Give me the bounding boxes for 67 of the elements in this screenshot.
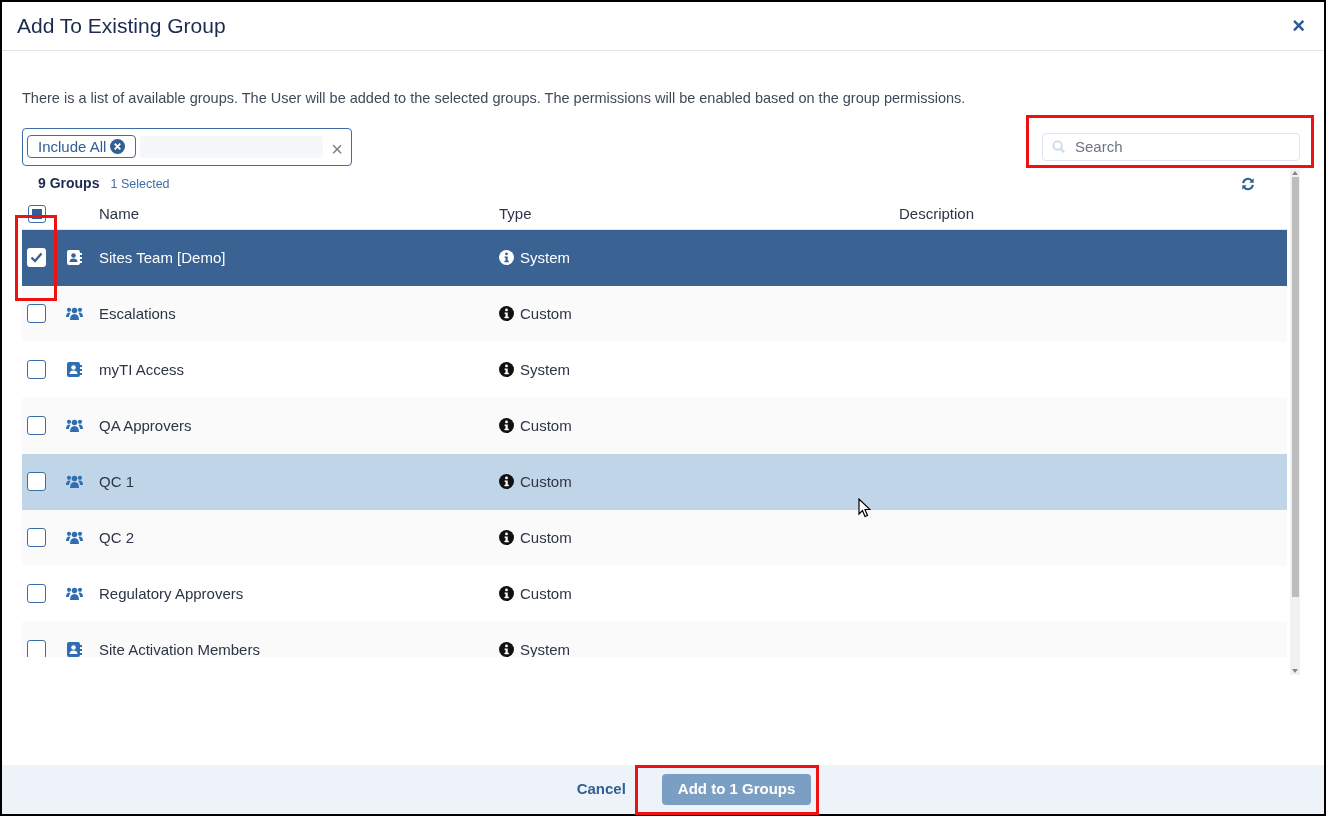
group-type: Custom bbox=[520, 583, 572, 604]
checkbox[interactable] bbox=[27, 248, 46, 268]
search-field[interactable]: Search bbox=[1042, 132, 1300, 161]
info-icon bbox=[499, 362, 514, 378]
select-all-checkbox[interactable] bbox=[27, 204, 46, 223]
people-icon bbox=[65, 418, 83, 433]
remove-icon[interactable] bbox=[110, 139, 126, 155]
dialog-title: Add To Existing Group bbox=[17, 13, 226, 40]
cancel-button[interactable]: Cancel bbox=[576, 778, 626, 801]
people-icon bbox=[65, 474, 83, 489]
info-icon bbox=[499, 306, 514, 322]
group-type: Custom bbox=[520, 303, 572, 324]
checkbox[interactable] bbox=[27, 304, 46, 324]
contact-card-icon bbox=[66, 642, 82, 657]
filter-field[interactable]: Include All × bbox=[22, 127, 352, 166]
group-type: System bbox=[520, 639, 570, 657]
group-count: 9 Groups bbox=[38, 174, 100, 194]
info-icon bbox=[499, 530, 514, 546]
info-icon bbox=[499, 250, 514, 266]
checkbox[interactable] bbox=[27, 472, 46, 492]
group-type: System bbox=[520, 247, 570, 268]
column-header[interactable]: Type bbox=[499, 202, 899, 225]
table-row[interactable]: Site Activation Members System bbox=[22, 621, 1287, 657]
table-row[interactable]: Sites Team [Demo] System bbox=[22, 229, 1287, 286]
group-name: Regulatory Approvers bbox=[99, 584, 244, 602]
table-row[interactable]: QA Approvers Custom bbox=[22, 397, 1287, 454]
info-icon bbox=[499, 418, 514, 434]
refresh-icon[interactable] bbox=[1241, 176, 1255, 191]
checkbox[interactable] bbox=[27, 528, 46, 548]
column-header[interactable]: Name bbox=[99, 202, 499, 225]
info-icon bbox=[499, 586, 514, 602]
people-icon bbox=[65, 306, 83, 321]
group-name: QC 2 bbox=[99, 528, 134, 546]
description-text: There is a list of available groups. The User will be added to the selected groups. The permissions will be enabled based on the group permissions. bbox=[22, 89, 967, 108]
info-icon bbox=[499, 642, 514, 657]
scroll-down-icon[interactable] bbox=[1292, 666, 1298, 675]
filter-chip[interactable]: Include All bbox=[27, 135, 137, 159]
group-type: System bbox=[520, 359, 570, 380]
people-icon bbox=[65, 530, 83, 545]
contact-card-icon bbox=[66, 250, 82, 266]
group-name: QA Approvers bbox=[99, 416, 192, 434]
info-icon bbox=[499, 474, 514, 490]
clear-button[interactable]: × bbox=[327, 138, 347, 159]
group-name: Site Activation Members bbox=[99, 640, 260, 657]
contact-card-icon bbox=[66, 362, 82, 378]
group-type: Custom bbox=[520, 527, 572, 548]
checkbox[interactable] bbox=[27, 416, 46, 436]
group-name: myTI Access bbox=[99, 360, 184, 378]
table-row[interactable]: QC 1 Custom bbox=[22, 453, 1287, 510]
chip-label: Include All bbox=[38, 136, 107, 157]
group-name: Escalations bbox=[99, 304, 176, 322]
mouse-cursor-icon bbox=[858, 498, 871, 518]
group-name: Sites Team [Demo] bbox=[99, 248, 226, 266]
group-type: Custom bbox=[520, 415, 572, 436]
checkbox[interactable] bbox=[27, 360, 46, 380]
column-header[interactable]: Description bbox=[899, 202, 1199, 225]
people-icon bbox=[65, 586, 83, 601]
group-name: QC 1 bbox=[99, 472, 134, 490]
table-row[interactable]: Escalations Custom bbox=[22, 285, 1287, 342]
scrollbar[interactable] bbox=[1290, 168, 1300, 675]
close-button[interactable]: × bbox=[1288, 15, 1309, 37]
table-row[interactable]: QC 2 Custom bbox=[22, 509, 1287, 566]
group-type: Custom bbox=[520, 471, 572, 492]
selected-count: 1 Selected bbox=[110, 176, 170, 194]
checkbox[interactable] bbox=[27, 640, 46, 657]
search-icon bbox=[1052, 139, 1065, 153]
checkbox[interactable] bbox=[27, 584, 46, 604]
